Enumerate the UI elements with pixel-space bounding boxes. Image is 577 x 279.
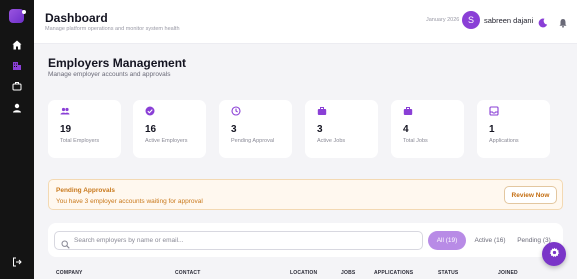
pending-approvals-banner: Pending Approvals You have 3 employer ac… <box>48 179 563 210</box>
header-subtitle: Manage platform operations and monitor s… <box>45 26 180 32</box>
briefcase-icon[interactable] <box>0 80 34 92</box>
pending-title: Pending Approvals <box>56 187 115 194</box>
stat-label: Total Jobs <box>403 138 428 144</box>
main-content: Employers Management Manage employer acc… <box>34 44 577 279</box>
stat-card-total-jobs: 4 Total Jobs <box>391 100 464 158</box>
stat-card-total-employers: 19 Total Employers <box>48 100 121 158</box>
stat-value: 4 <box>403 124 409 135</box>
column-header-status[interactable]: STATUS <box>438 270 458 276</box>
building-icon[interactable] <box>0 60 34 72</box>
pending-text: You have 3 employer accounts waiting for… <box>56 198 203 205</box>
filter-tab-all[interactable]: All (19) <box>428 231 466 250</box>
users-icon <box>60 106 70 116</box>
home-icon[interactable] <box>0 39 34 51</box>
stat-label: Active Jobs <box>317 138 346 144</box>
column-header-joined[interactable]: JOINED <box>498 270 518 276</box>
stat-card-applications: 1 Applications <box>477 100 550 158</box>
review-now-button[interactable]: Review Now <box>504 186 557 204</box>
logo-icon <box>9 9 26 23</box>
bell-icon[interactable] <box>558 15 568 33</box>
stat-value: 16 <box>145 124 157 135</box>
briefcase-icon <box>317 106 327 116</box>
sidebar <box>0 0 34 279</box>
stat-label: Total Employers <box>60 138 100 144</box>
stat-value: 3 <box>317 124 323 135</box>
search-filter-bar: All (19) Active (16) Pending (3) <box>48 223 563 257</box>
stat-value: 1 <box>489 124 495 135</box>
inbox-icon <box>489 106 499 116</box>
column-header-applications[interactable]: APPLICATIONS <box>374 270 413 276</box>
page-subtitle: Manage employer accounts and approvals <box>48 71 171 78</box>
clock-icon <box>231 106 241 116</box>
stat-value: 19 <box>60 124 72 135</box>
stat-label: Applications <box>489 138 519 144</box>
search-icon <box>61 236 70 254</box>
stat-label: Active Employers <box>145 138 188 144</box>
settings-fab[interactable] <box>542 242 566 266</box>
gear-icon <box>549 245 560 263</box>
moon-icon[interactable] <box>538 15 548 33</box>
stat-label: Pending Approval <box>231 138 275 144</box>
page-title: Employers Management <box>48 56 187 70</box>
header-date: January 2026 <box>426 17 460 23</box>
stat-value: 3 <box>231 124 237 135</box>
stat-card-active-jobs: 3 Active Jobs <box>305 100 378 158</box>
avatar[interactable]: S <box>462 11 480 29</box>
briefcase-icon <box>403 106 413 116</box>
search-box[interactable] <box>54 231 423 250</box>
filter-tab-active[interactable]: Active (16) <box>469 231 511 250</box>
column-header-contact[interactable]: CONTACT <box>175 270 200 276</box>
column-header-jobs[interactable]: JOBS <box>341 270 355 276</box>
column-header-company[interactable]: COMPANY <box>56 270 83 276</box>
check-circle-icon <box>145 106 155 116</box>
header-title: Dashboard <box>45 11 108 25</box>
stat-card-active-employers: 16 Active Employers <box>133 100 206 158</box>
user-icon[interactable] <box>0 102 34 114</box>
column-header-location[interactable]: LOCATION <box>290 270 317 276</box>
logout-icon[interactable] <box>0 256 34 268</box>
search-input[interactable] <box>74 234 414 247</box>
top-bar: Dashboard Manage platform operations and… <box>34 0 577 44</box>
stat-card-pending-approval: 3 Pending Approval <box>219 100 292 158</box>
username[interactable]: sabreen dajani <box>484 16 533 25</box>
